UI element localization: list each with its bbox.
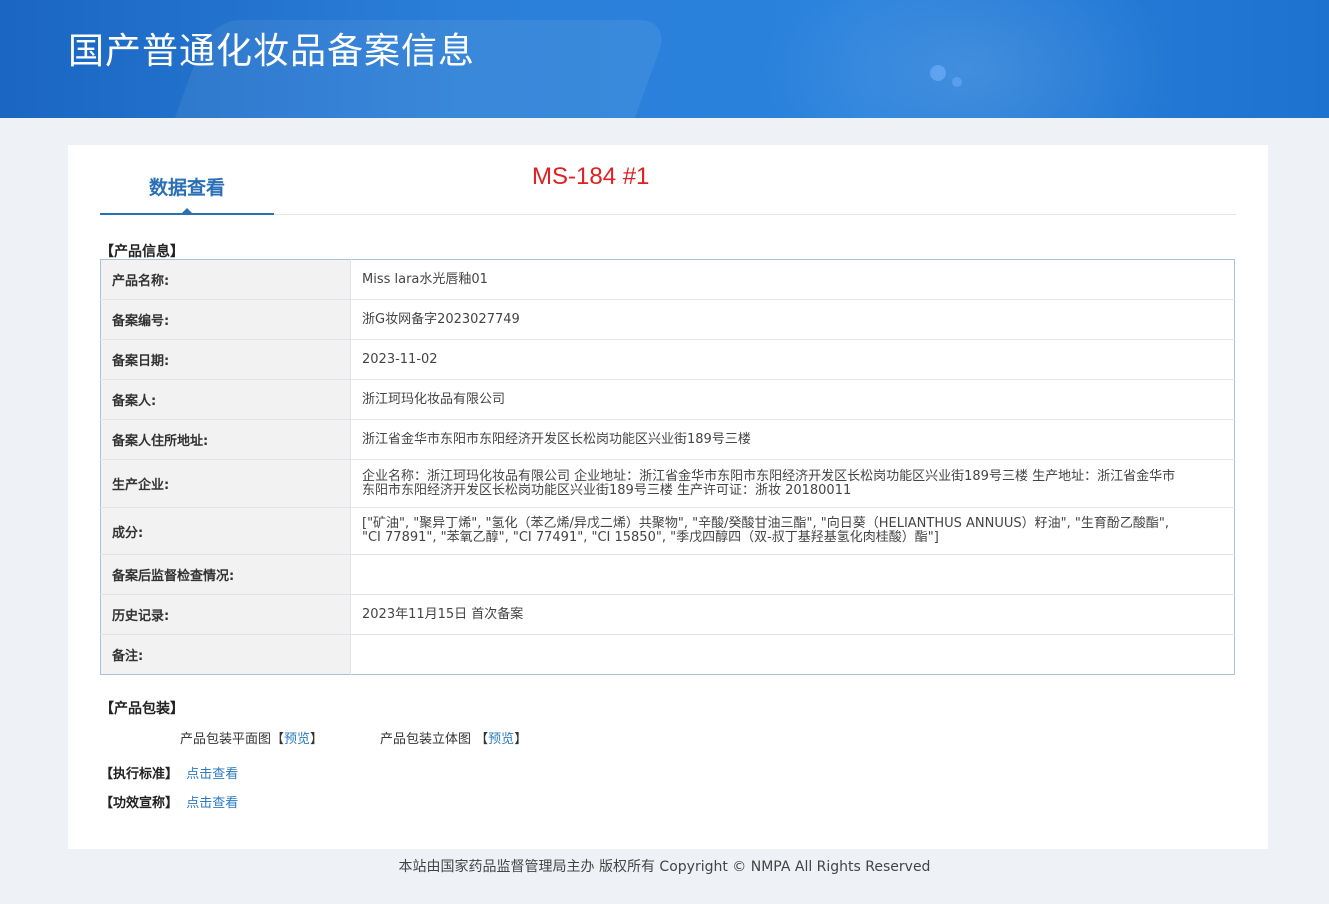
table-row: 备案日期: 2023-11-02 <box>100 339 1235 380</box>
table-row: 备案人: 浙江珂玛化妆品有限公司 <box>100 379 1235 420</box>
section-product-info: 【产品信息】 <box>100 244 184 260</box>
row-value: 2023-11-02 <box>350 339 1235 380</box>
content-card: 数据查看 MS-184 #1 【产品信息】 产品名称: Miss lara水光唇釉… <box>68 145 1268 849</box>
table-row: 备案人住所地址: 浙江省金华市东阳市东阳经济开发区长松岗功能区兴业街189号三楼 <box>100 419 1235 460</box>
row-key: 成分: <box>100 507 351 555</box>
packaging-stereo-preview-link[interactable]: 预览 <box>488 732 514 747</box>
row-key: 产品名称: <box>100 259 351 300</box>
row-value <box>350 554 1235 595</box>
efficacy-row: 【功效宣称】 点击查看 <box>100 792 238 811</box>
section-packaging: 【产品包装】 <box>100 701 184 717</box>
bracket: 【 <box>475 732 489 747</box>
packaging-stereo-label: 产品包装立体图 <box>380 732 472 747</box>
standard-view-link[interactable]: 点击查看 <box>186 767 238 782</box>
table-row: 备案后监督检查情况: <box>100 554 1235 595</box>
row-value: 浙江省金华市东阳市东阳经济开发区长松岗功能区兴业街189号三楼 <box>350 419 1235 460</box>
tab-caret-icon <box>181 208 193 214</box>
bracket: 】 <box>514 732 528 747</box>
row-key: 备注: <box>100 634 351 675</box>
footer-copyright: 本站由国家药品监督管理局主办 版权所有 Copyright © NMPA All… <box>398 859 931 875</box>
bracket: 【 <box>271 732 285 747</box>
row-value: ["矿油", "聚异丁烯", "氢化（苯乙烯/异戊二烯）共聚物", "辛酸/癸酸… <box>350 507 1235 555</box>
packaging-flat-label: 产品包装平面图 <box>180 732 272 747</box>
packaging-stereo: 产品包装立体图 【预览】 <box>380 728 527 747</box>
row-key: 备案人住所地址: <box>100 419 351 460</box>
row-value: 企业名称：浙江珂玛化妆品有限公司 企业地址：浙江省金华市东阳市东阳经济开发区长松… <box>350 459 1235 508</box>
table-row: 历史记录: 2023年11月15日 首次备案 <box>100 594 1235 635</box>
annotation-stamp: MS-184 #1 <box>532 163 650 190</box>
tab-data-view[interactable]: 数据查看 <box>100 145 274 215</box>
row-key: 生产企业: <box>100 459 351 508</box>
bracket: 】 <box>310 732 324 747</box>
row-value: Miss lara水光唇釉01 <box>350 259 1235 300</box>
tab-label: 数据查看 <box>148 177 225 199</box>
packaging-flat-preview-link[interactable]: 预览 <box>284 732 310 747</box>
efficacy-view-link[interactable]: 点击查看 <box>186 796 238 811</box>
row-key: 历史记录: <box>100 594 351 635</box>
header-banner: 国产普通化妆品备案信息 <box>0 0 1329 118</box>
standard-row: 【执行标准】 点击查看 <box>100 763 238 782</box>
efficacy-label: 【功效宣称】 <box>100 796 179 811</box>
table-row: 备注: <box>100 634 1235 675</box>
row-key: 备案日期: <box>100 339 351 380</box>
row-key: 备案人: <box>100 379 351 420</box>
row-value <box>351 635 1235 675</box>
banner-dot <box>952 77 962 87</box>
row-key: 备案后监督检查情况: <box>100 554 351 595</box>
row-value: 浙江珂玛化妆品有限公司 <box>350 379 1235 420</box>
table-row: 生产企业: 企业名称：浙江珂玛化妆品有限公司 企业地址：浙江省金华市东阳市东阳经济… <box>100 459 1235 508</box>
packaging-flat: 产品包装平面图【预览】 <box>180 728 323 747</box>
page-title: 国产普通化妆品备案信息 <box>68 31 476 72</box>
tab-bar: 数据查看 MS-184 #1 <box>100 145 1236 215</box>
product-info-table: 产品名称: Miss lara水光唇釉01 备案编号: 浙G妆网备字202302774… <box>100 259 1235 675</box>
row-value: 2023年11月15日 首次备案 <box>350 594 1235 635</box>
banner-glow <box>760 0 1180 118</box>
standard-label: 【执行标准】 <box>100 767 179 782</box>
table-row: 备案编号: 浙G妆网备字2023027749 <box>100 299 1235 340</box>
table-row: 成分: ["矿油", "聚异丁烯", "氢化（苯乙烯/异戊二烯）共聚物", "辛酸… <box>100 507 1235 555</box>
table-row: 产品名称: Miss lara水光唇釉01 <box>100 259 1235 300</box>
banner-dot <box>930 65 946 81</box>
row-value: 浙G妆网备字2023027749 <box>350 299 1235 340</box>
row-key: 备案编号: <box>100 299 351 340</box>
